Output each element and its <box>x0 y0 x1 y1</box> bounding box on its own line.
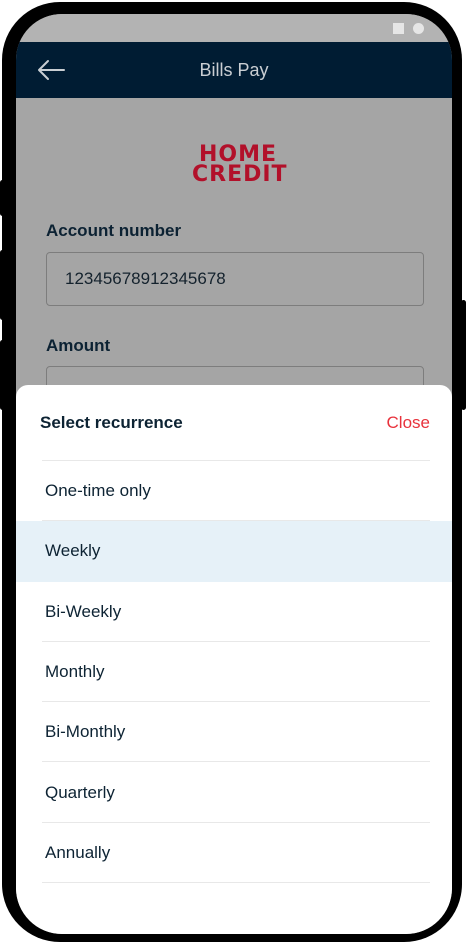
logo-line-2: CREDIT <box>192 162 288 187</box>
app-bar: Bills Pay <box>16 42 452 98</box>
volume-down-button <box>0 340 5 410</box>
power-button <box>461 300 466 410</box>
option-quarterly[interactable]: Quarterly <box>16 762 452 824</box>
status-square-icon <box>393 23 404 34</box>
phone-frame: Bills Pay HOME CREDIT Account number 123… <box>2 2 462 942</box>
account-number-value: 12345678912345678 <box>65 269 226 288</box>
amount-label: Amount <box>46 336 111 355</box>
page-title: Bills Pay <box>199 60 269 80</box>
account-number-label: Account number <box>46 221 182 240</box>
status-circle-icon <box>413 23 424 34</box>
recurrence-options-list: One-time only Weekly Bi-Weekly Monthly B… <box>16 461 452 884</box>
volume-up-button <box>0 250 5 320</box>
side-button <box>0 180 5 216</box>
close-button[interactable]: Close <box>387 413 430 433</box>
option-bi-weekly[interactable]: Bi-Weekly <box>16 582 452 643</box>
option-weekly[interactable]: Weekly <box>16 521 452 582</box>
sheet-title: Select recurrence <box>40 413 183 432</box>
option-monthly[interactable]: Monthly <box>16 642 452 703</box>
account-number-field[interactable]: 12345678912345678 <box>46 252 424 306</box>
screen: Bills Pay HOME CREDIT Account number 123… <box>16 14 452 934</box>
option-annually[interactable]: Annually <box>16 823 452 884</box>
home-credit-logo: HOME CREDIT <box>192 144 288 187</box>
option-bi-monthly[interactable]: Bi-Monthly <box>16 702 452 763</box>
status-bar <box>16 14 452 42</box>
option-one-time-only[interactable]: One-time only <box>16 461 452 522</box>
recurrence-bottom-sheet: Select recurrence Close One-time only We… <box>16 385 452 934</box>
